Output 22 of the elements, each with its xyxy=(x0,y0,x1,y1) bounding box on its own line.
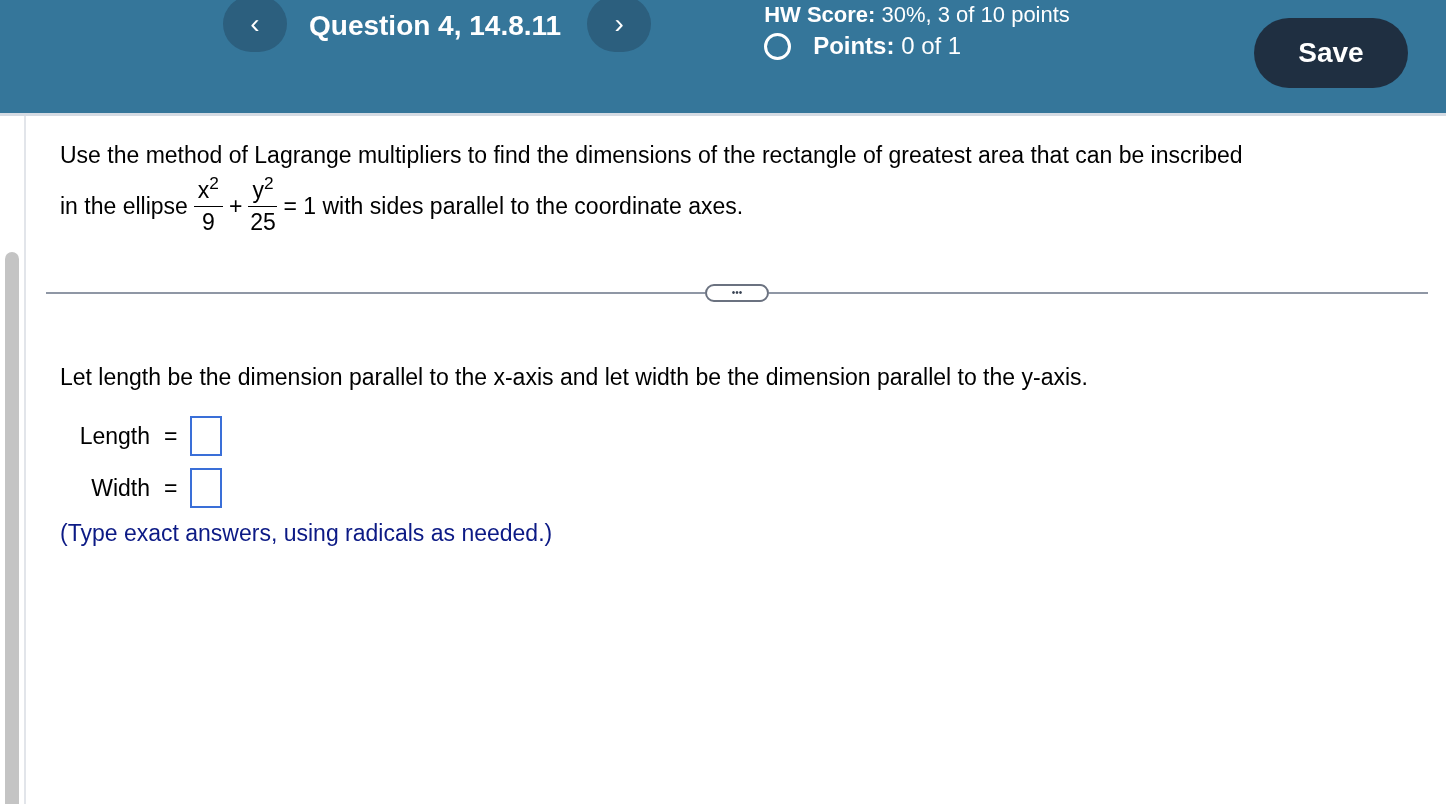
answer-label: Length xyxy=(78,421,150,451)
points-status: Points: 0 of 1 xyxy=(813,31,962,61)
previous-question-button[interactable]: ‹ xyxy=(223,0,287,52)
fraction: y$^{2}$ 25 xyxy=(248,178,278,234)
question-text: in the ellipse xyxy=(60,191,188,221)
answer-label: Width xyxy=(90,473,150,503)
plus-sign: + xyxy=(228,191,243,221)
equals-sign: = xyxy=(164,473,178,503)
answer-field[interactable] xyxy=(190,468,223,508)
expand-button[interactable]: ••• xyxy=(705,283,769,302)
fraction: x$^{2}$ 9 xyxy=(193,178,223,234)
question-text: = 1 with sides parallel to the coordinate axes. xyxy=(283,191,744,221)
question-title: Question 4, 14.8.11 xyxy=(309,9,562,43)
question-text: Use the method of Lagrange multipliers to find the dimensions of the rectangle of greatest area that can be inscribed xyxy=(60,141,1244,170)
equals-sign: = xyxy=(164,421,178,451)
hint-text: (Type exact answers, using radicals as needed.) xyxy=(60,519,554,548)
next-question-button[interactable]: › xyxy=(587,0,652,52)
scrollbar[interactable] xyxy=(5,252,19,804)
homework-score: HW Score: 30%, 3 of 10 points xyxy=(764,2,1070,28)
instruction-text: Let length be the dimension parallel to the x-axis and let width be the dimension parallel to the y-axis. xyxy=(60,362,1089,392)
save-button[interactable]: Save xyxy=(1254,18,1408,88)
answer-field[interactable] xyxy=(190,416,223,456)
